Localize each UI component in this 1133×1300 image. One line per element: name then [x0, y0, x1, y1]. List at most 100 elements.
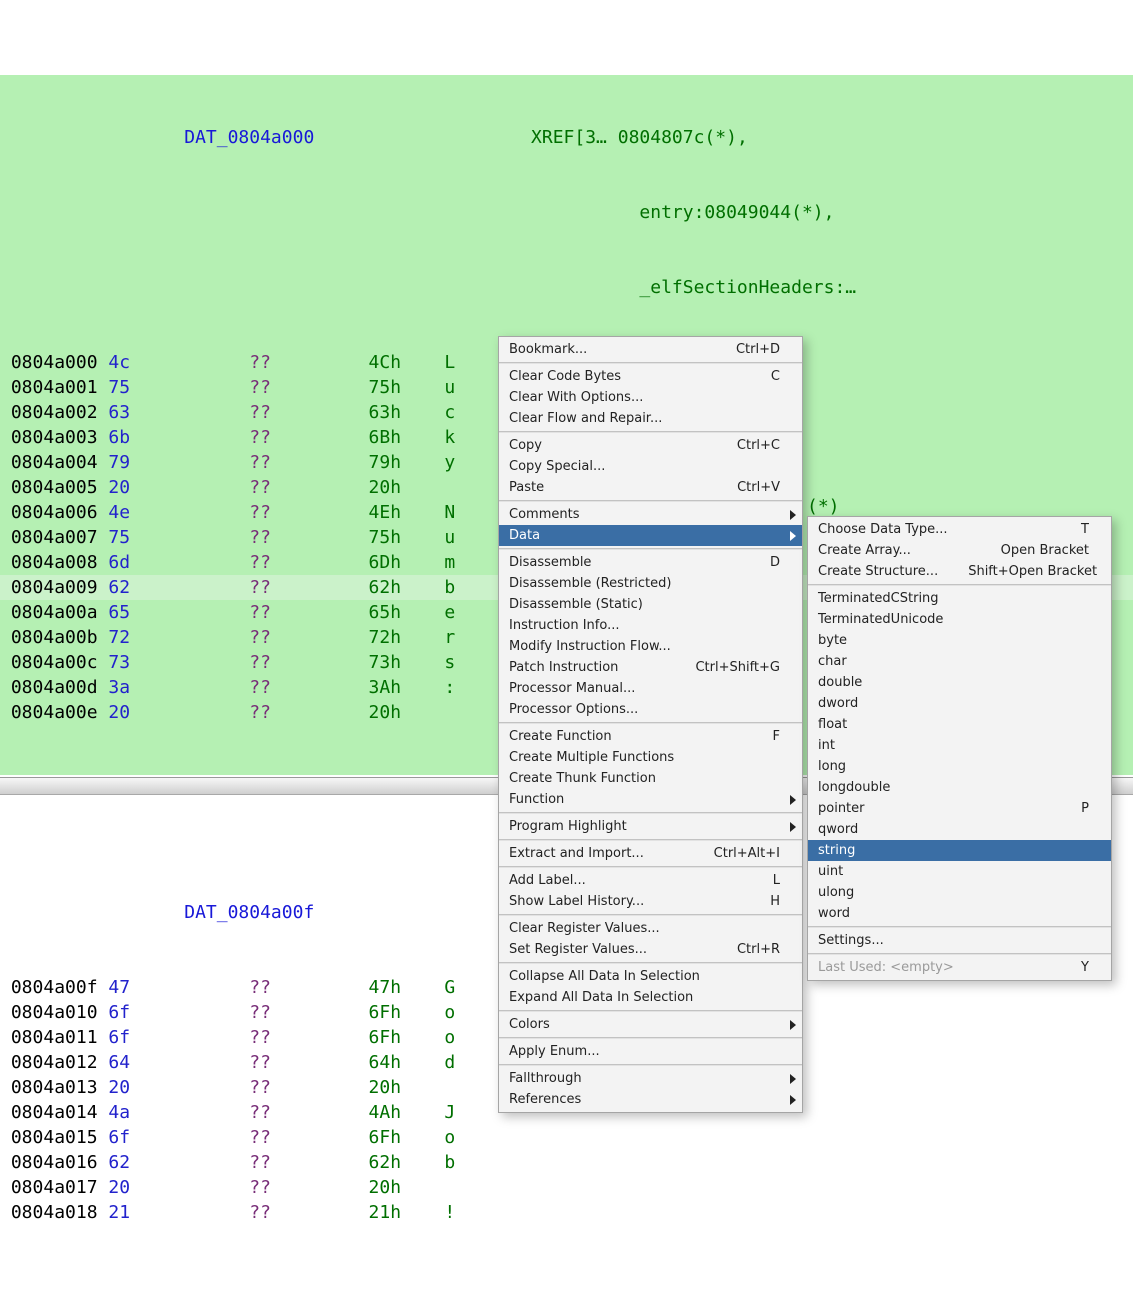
type-placeholder: ??	[249, 477, 271, 498]
menu-separator	[499, 1037, 802, 1039]
type-placeholder: ??	[249, 702, 271, 723]
menu-item-add-label[interactable]: Add Label...L	[499, 870, 802, 891]
menu-item-show-label-history[interactable]: Show Label History...H	[499, 891, 802, 912]
menu-item-bookmark[interactable]: Bookmark...Ctrl+D	[499, 339, 802, 360]
menu-item-label: Add Label...	[509, 874, 586, 887]
menu-item-label: qword	[818, 823, 858, 836]
menu-separator	[808, 953, 1111, 955]
menu-item-choose-data-type[interactable]: Choose Data Type...T	[808, 519, 1111, 540]
menu-item-set-register-values[interactable]: Set Register Values...Ctrl+R	[499, 939, 802, 960]
menu-item-uint[interactable]: uint	[808, 861, 1111, 882]
menu-item-clear-register-values[interactable]: Clear Register Values...	[499, 918, 802, 939]
hex-byte: 6b	[108, 427, 130, 448]
menu-item-long[interactable]: long	[808, 756, 1111, 777]
menu-item-dword[interactable]: dword	[808, 693, 1111, 714]
menu-item-shortcut: Ctrl+V	[737, 481, 780, 494]
hex-byte: 75	[108, 377, 130, 398]
menu-item-processor-manual[interactable]: Processor Manual...	[499, 678, 802, 699]
data-submenu[interactable]: Choose Data Type...TCreate Array...Open …	[807, 516, 1112, 981]
menu-item-shortcut: Open Bracket	[1001, 544, 1089, 557]
menu-item-disassemble-restricted[interactable]: Disassemble (Restricted)	[499, 573, 802, 594]
menu-separator	[499, 866, 802, 868]
hex-byte: 62	[108, 1152, 130, 1173]
value-char: y	[444, 452, 455, 473]
menu-item-float[interactable]: float	[808, 714, 1111, 735]
menu-item-shortcut: C	[771, 370, 780, 383]
value-hex: 65h	[369, 602, 402, 623]
listing-row[interactable]: 0804a018 21 ?? 21h !	[0, 1200, 1133, 1225]
menu-item-collapse-all-data-in-selection[interactable]: Collapse All Data In Selection	[499, 966, 802, 987]
menu-item-disassemble-static[interactable]: Disassemble (Static)	[499, 594, 802, 615]
menu-item-function[interactable]: Function	[499, 789, 802, 810]
menu-item-paste[interactable]: PasteCtrl+V	[499, 477, 802, 498]
menu-item-instruction-info[interactable]: Instruction Info...	[499, 615, 802, 636]
menu-item-settings[interactable]: Settings...	[808, 930, 1111, 951]
listing-row[interactable]: 0804a017 20 ?? 20h	[0, 1175, 1133, 1200]
menu-item-colors[interactable]: Colors	[499, 1014, 802, 1035]
menu-item-modify-instruction-flow[interactable]: Modify Instruction Flow...	[499, 636, 802, 657]
value-hex: 6Fh	[369, 1127, 402, 1148]
menu-item-label: Show Label History...	[509, 895, 644, 908]
value-hex: 64h	[369, 1052, 402, 1073]
menu-item-fallthrough[interactable]: Fallthrough	[499, 1068, 802, 1089]
menu-item-label: double	[818, 676, 862, 689]
address: 0804a018	[11, 1202, 98, 1223]
menu-item-copy[interactable]: CopyCtrl+C	[499, 435, 802, 456]
menu-item-label: Clear Register Values...	[509, 922, 660, 935]
menu-item-create-multiple-functions[interactable]: Create Multiple Functions	[499, 747, 802, 768]
address: 0804a008	[11, 552, 98, 573]
menu-item-copy-special[interactable]: Copy Special...	[499, 456, 802, 477]
type-placeholder: ??	[249, 552, 271, 573]
menu-item-ulong[interactable]: ulong	[808, 882, 1111, 903]
menu-item-double[interactable]: double	[808, 672, 1111, 693]
menu-item-label: Clear Code Bytes	[509, 370, 621, 383]
menu-item-create-structure[interactable]: Create Structure...Shift+Open Bracket	[808, 561, 1111, 582]
menu-item-shortcut: Ctrl+R	[737, 943, 780, 956]
menu-item-label: References	[509, 1093, 581, 1106]
menu-item-label: Program Highlight	[509, 820, 627, 833]
value-char: J	[444, 1102, 455, 1123]
value-char: !	[444, 1202, 455, 1223]
menu-item-patch-instruction[interactable]: Patch InstructionCtrl+Shift+G	[499, 657, 802, 678]
value-char: N	[444, 502, 455, 523]
menu-item-terminatedunicode[interactable]: TerminatedUnicode	[808, 609, 1111, 630]
menu-item-clear-code-bytes[interactable]: Clear Code Bytes C	[499, 366, 802, 387]
value-hex: 20h	[369, 1177, 402, 1198]
hex-byte: 72	[108, 627, 130, 648]
type-placeholder: ??	[249, 1002, 271, 1023]
menu-item-extract-and-import[interactable]: Extract and Import...Ctrl+Alt+I	[499, 843, 802, 864]
menu-item-create-thunk-function[interactable]: Create Thunk Function	[499, 768, 802, 789]
menu-item-data[interactable]: Data	[499, 525, 802, 546]
menu-item-longdouble[interactable]: longdouble	[808, 777, 1111, 798]
type-placeholder: ??	[249, 677, 271, 698]
menu-item-label: Copy Special...	[509, 460, 605, 473]
menu-item-create-array[interactable]: Create Array...Open Bracket	[808, 540, 1111, 561]
menu-item-label: Disassemble (Static)	[509, 598, 643, 611]
menu-item-qword[interactable]: qword	[808, 819, 1111, 840]
address: 0804a00f	[11, 977, 98, 998]
menu-item-int[interactable]: int	[808, 735, 1111, 756]
menu-item-disassemble[interactable]: DisassembleD	[499, 552, 802, 573]
context-menu[interactable]: Bookmark...Ctrl+DClear Code BytesCClear …	[498, 336, 803, 1113]
menu-item-string[interactable]: string	[808, 840, 1111, 861]
menu-item-char[interactable]: char	[808, 651, 1111, 672]
menu-item-byte[interactable]: byte	[808, 630, 1111, 651]
listing-row[interactable]: 0804a015 6f ?? 6Fh o	[0, 1125, 1133, 1150]
listing-row[interactable]: 0804a016 62 ?? 62h b	[0, 1150, 1133, 1175]
hex-byte: 20	[108, 702, 130, 723]
menu-item-comments[interactable]: Comments	[499, 504, 802, 525]
menu-item-word[interactable]: word	[808, 903, 1111, 924]
address: 0804a003	[11, 427, 98, 448]
menu-item-references[interactable]: References	[499, 1089, 802, 1110]
menu-item-clear-with-options[interactable]: Clear With Options...	[499, 387, 802, 408]
menu-item-processor-options[interactable]: Processor Options...	[499, 699, 802, 720]
menu-item-last-used-empty: Last Used: <empty>Y	[808, 957, 1111, 978]
menu-item-terminatedcstring[interactable]: TerminatedCString	[808, 588, 1111, 609]
menu-item-pointer[interactable]: pointerP	[808, 798, 1111, 819]
menu-item-expand-all-data-in-selection[interactable]: Expand All Data In Selection	[499, 987, 802, 1008]
menu-item-create-function[interactable]: Create FunctionF	[499, 726, 802, 747]
menu-item-program-highlight[interactable]: Program Highlight	[499, 816, 802, 837]
menu-item-label: Disassemble (Restricted)	[509, 577, 671, 590]
menu-item-clear-flow-and-repair[interactable]: Clear Flow and Repair...	[499, 408, 802, 429]
value-hex: 73h	[369, 652, 402, 673]
